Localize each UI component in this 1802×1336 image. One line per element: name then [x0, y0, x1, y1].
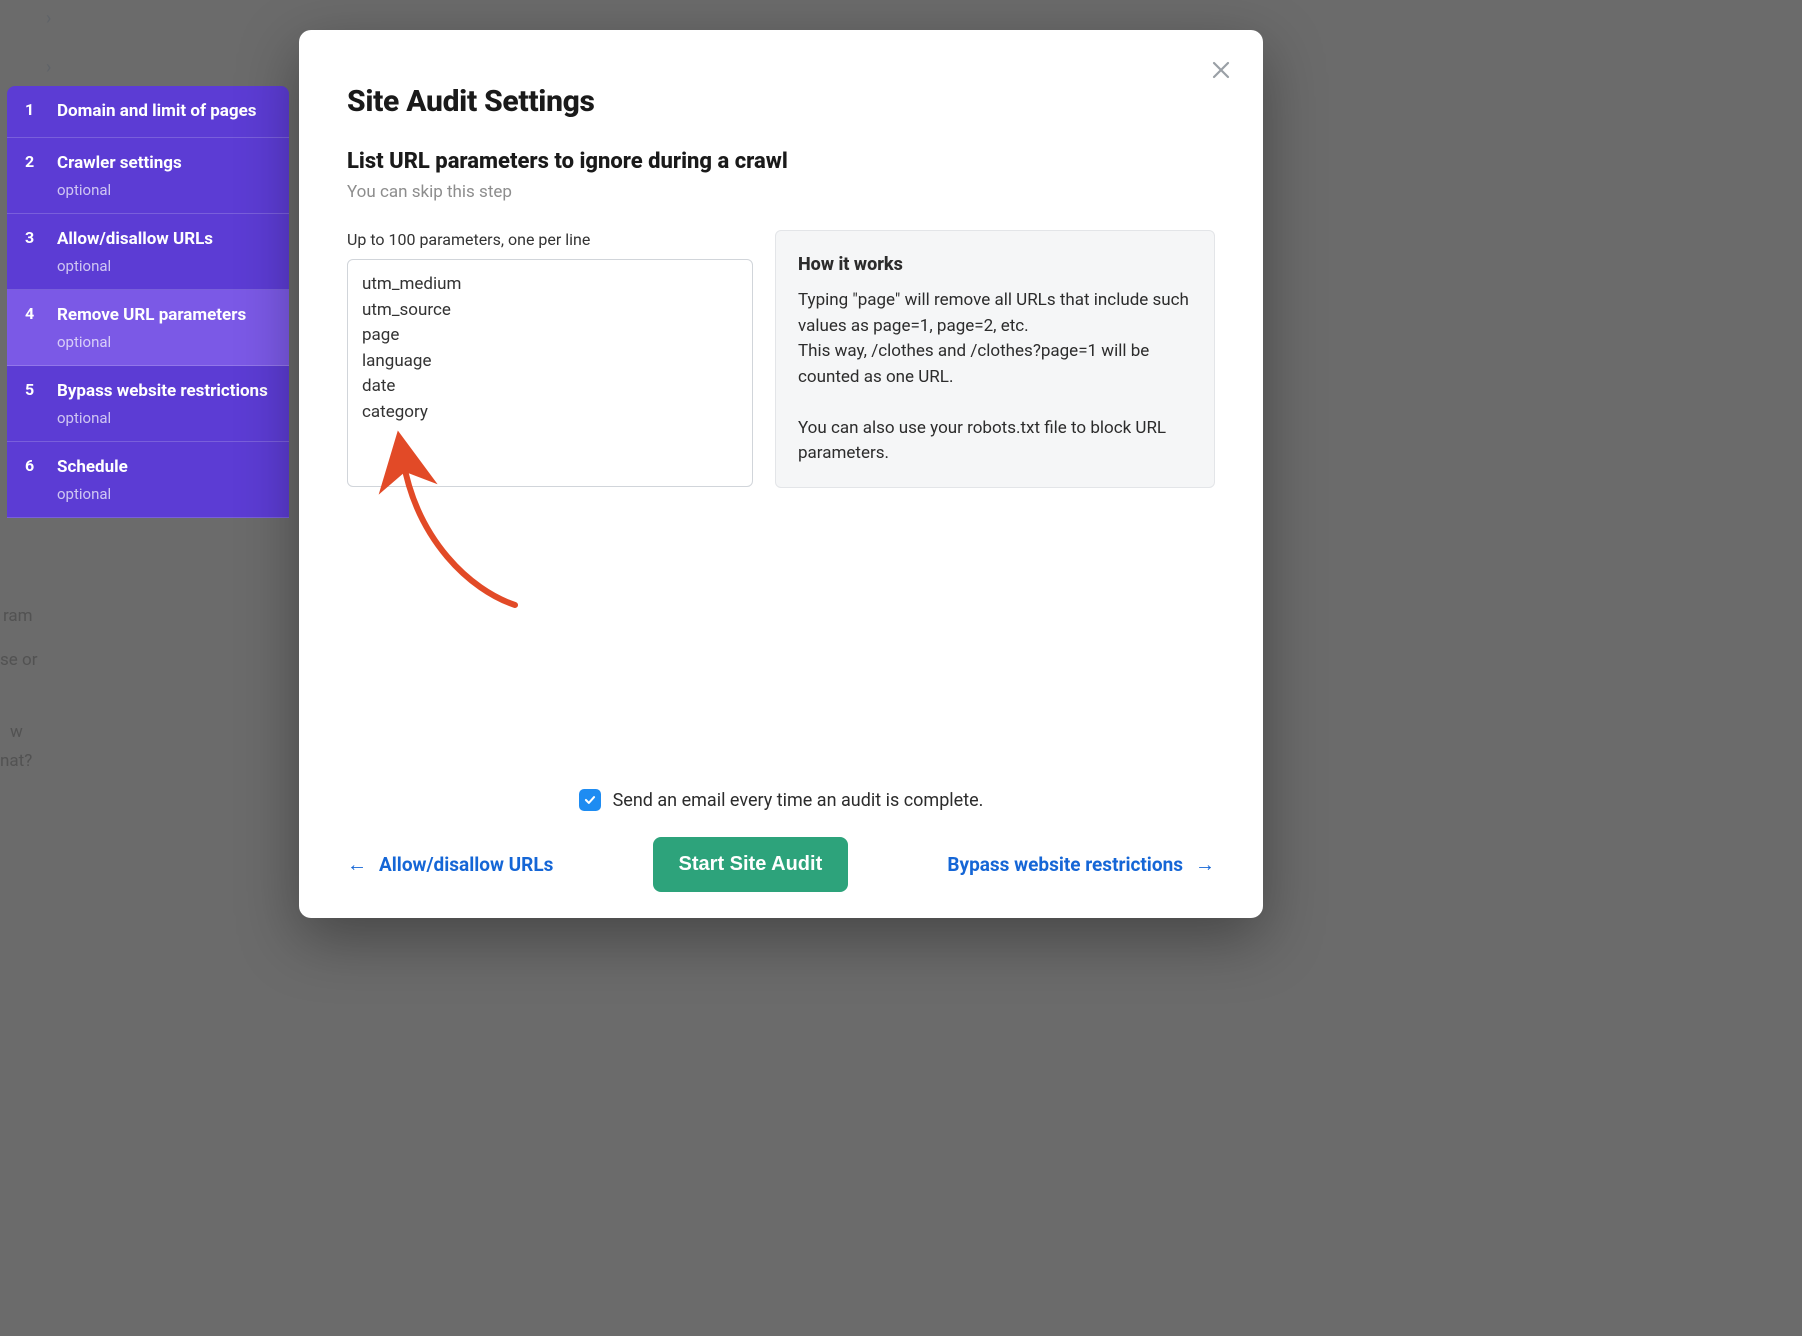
bg-fragment: se or: [0, 647, 37, 674]
panel-paragraph: This way, /clothes and /clothes?page=1 w…: [798, 339, 1192, 390]
modal-title: Site Audit Settings: [347, 84, 1215, 119]
back-link-label: Allow/disallow URLs: [379, 853, 553, 876]
panel-paragraph: You can also use your robots.txt file to…: [798, 416, 1192, 467]
step-title: Allow/disallow URLs: [57, 228, 271, 251]
modal-subtitle: List URL parameters to ignore during a c…: [347, 149, 1215, 174]
wizard-step-6[interactable]: 6 Schedule optional: [7, 442, 289, 518]
step-optional-label: optional: [57, 181, 271, 199]
how-it-works-panel: How it works Typing "page" will remove a…: [775, 230, 1215, 488]
wizard-back-link[interactable]: ← Allow/disallow URLs: [347, 852, 553, 877]
step-optional-label: optional: [57, 333, 271, 351]
step-number: 4: [25, 304, 39, 351]
bg-fragment: ram: [3, 603, 33, 630]
panel-title: How it works: [798, 251, 1192, 278]
wizard-step-2[interactable]: 2 Crawler settings optional: [7, 138, 289, 214]
bg-fragment: nat?: [0, 748, 32, 775]
chevron-right-icon: ›: [46, 8, 51, 29]
panel-paragraph: Typing "page" will remove all URLs that …: [798, 288, 1192, 339]
step-number: 2: [25, 152, 39, 199]
step-optional-label: optional: [57, 485, 271, 503]
step-number: 1: [25, 100, 39, 123]
wizard-step-1[interactable]: 1 Domain and limit of pages: [7, 86, 289, 138]
site-audit-settings-modal: Site Audit Settings List URL parameters …: [299, 30, 1263, 918]
wizard-step-5[interactable]: 5 Bypass website restrictions optional: [7, 366, 289, 442]
step-optional-label: optional: [57, 257, 271, 275]
step-title: Bypass website restrictions: [57, 380, 271, 403]
field-label: Up to 100 parameters, one per line: [347, 230, 753, 249]
step-optional-label: optional: [57, 409, 271, 427]
step-title: Remove URL parameters: [57, 304, 271, 327]
step-title: Schedule: [57, 456, 271, 479]
email-on-complete-checkbox[interactable]: [579, 789, 601, 811]
step-number: 5: [25, 380, 39, 427]
step-title: Domain and limit of pages: [57, 100, 271, 123]
arrow-right-icon: →: [1195, 852, 1215, 877]
modal-hint: You can skip this step: [347, 182, 1215, 202]
chevron-right-icon: ›: [46, 57, 51, 78]
bg-fragment: w: [10, 719, 23, 746]
step-number: 6: [25, 456, 39, 503]
close-icon[interactable]: [1207, 58, 1235, 86]
wizard-step-3[interactable]: 3 Allow/disallow URLs optional: [7, 214, 289, 290]
checkbox-label[interactable]: Send an email every time an audit is com…: [613, 790, 984, 811]
next-link-label: Bypass website restrictions: [947, 853, 1183, 877]
wizard-next-link[interactable]: Bypass website restrictions →: [947, 852, 1215, 877]
wizard-step-4[interactable]: 4 Remove URL parameters optional: [7, 290, 289, 366]
wizard-steps-sidebar: 1 Domain and limit of pages 2 Crawler setti…: [7, 86, 289, 518]
step-title: Crawler settings: [57, 152, 271, 175]
step-number: 3: [25, 228, 39, 275]
arrow-left-icon: ←: [347, 852, 367, 877]
url-parameters-textarea[interactable]: [347, 259, 753, 487]
start-site-audit-button[interactable]: Start Site Audit: [653, 837, 849, 892]
